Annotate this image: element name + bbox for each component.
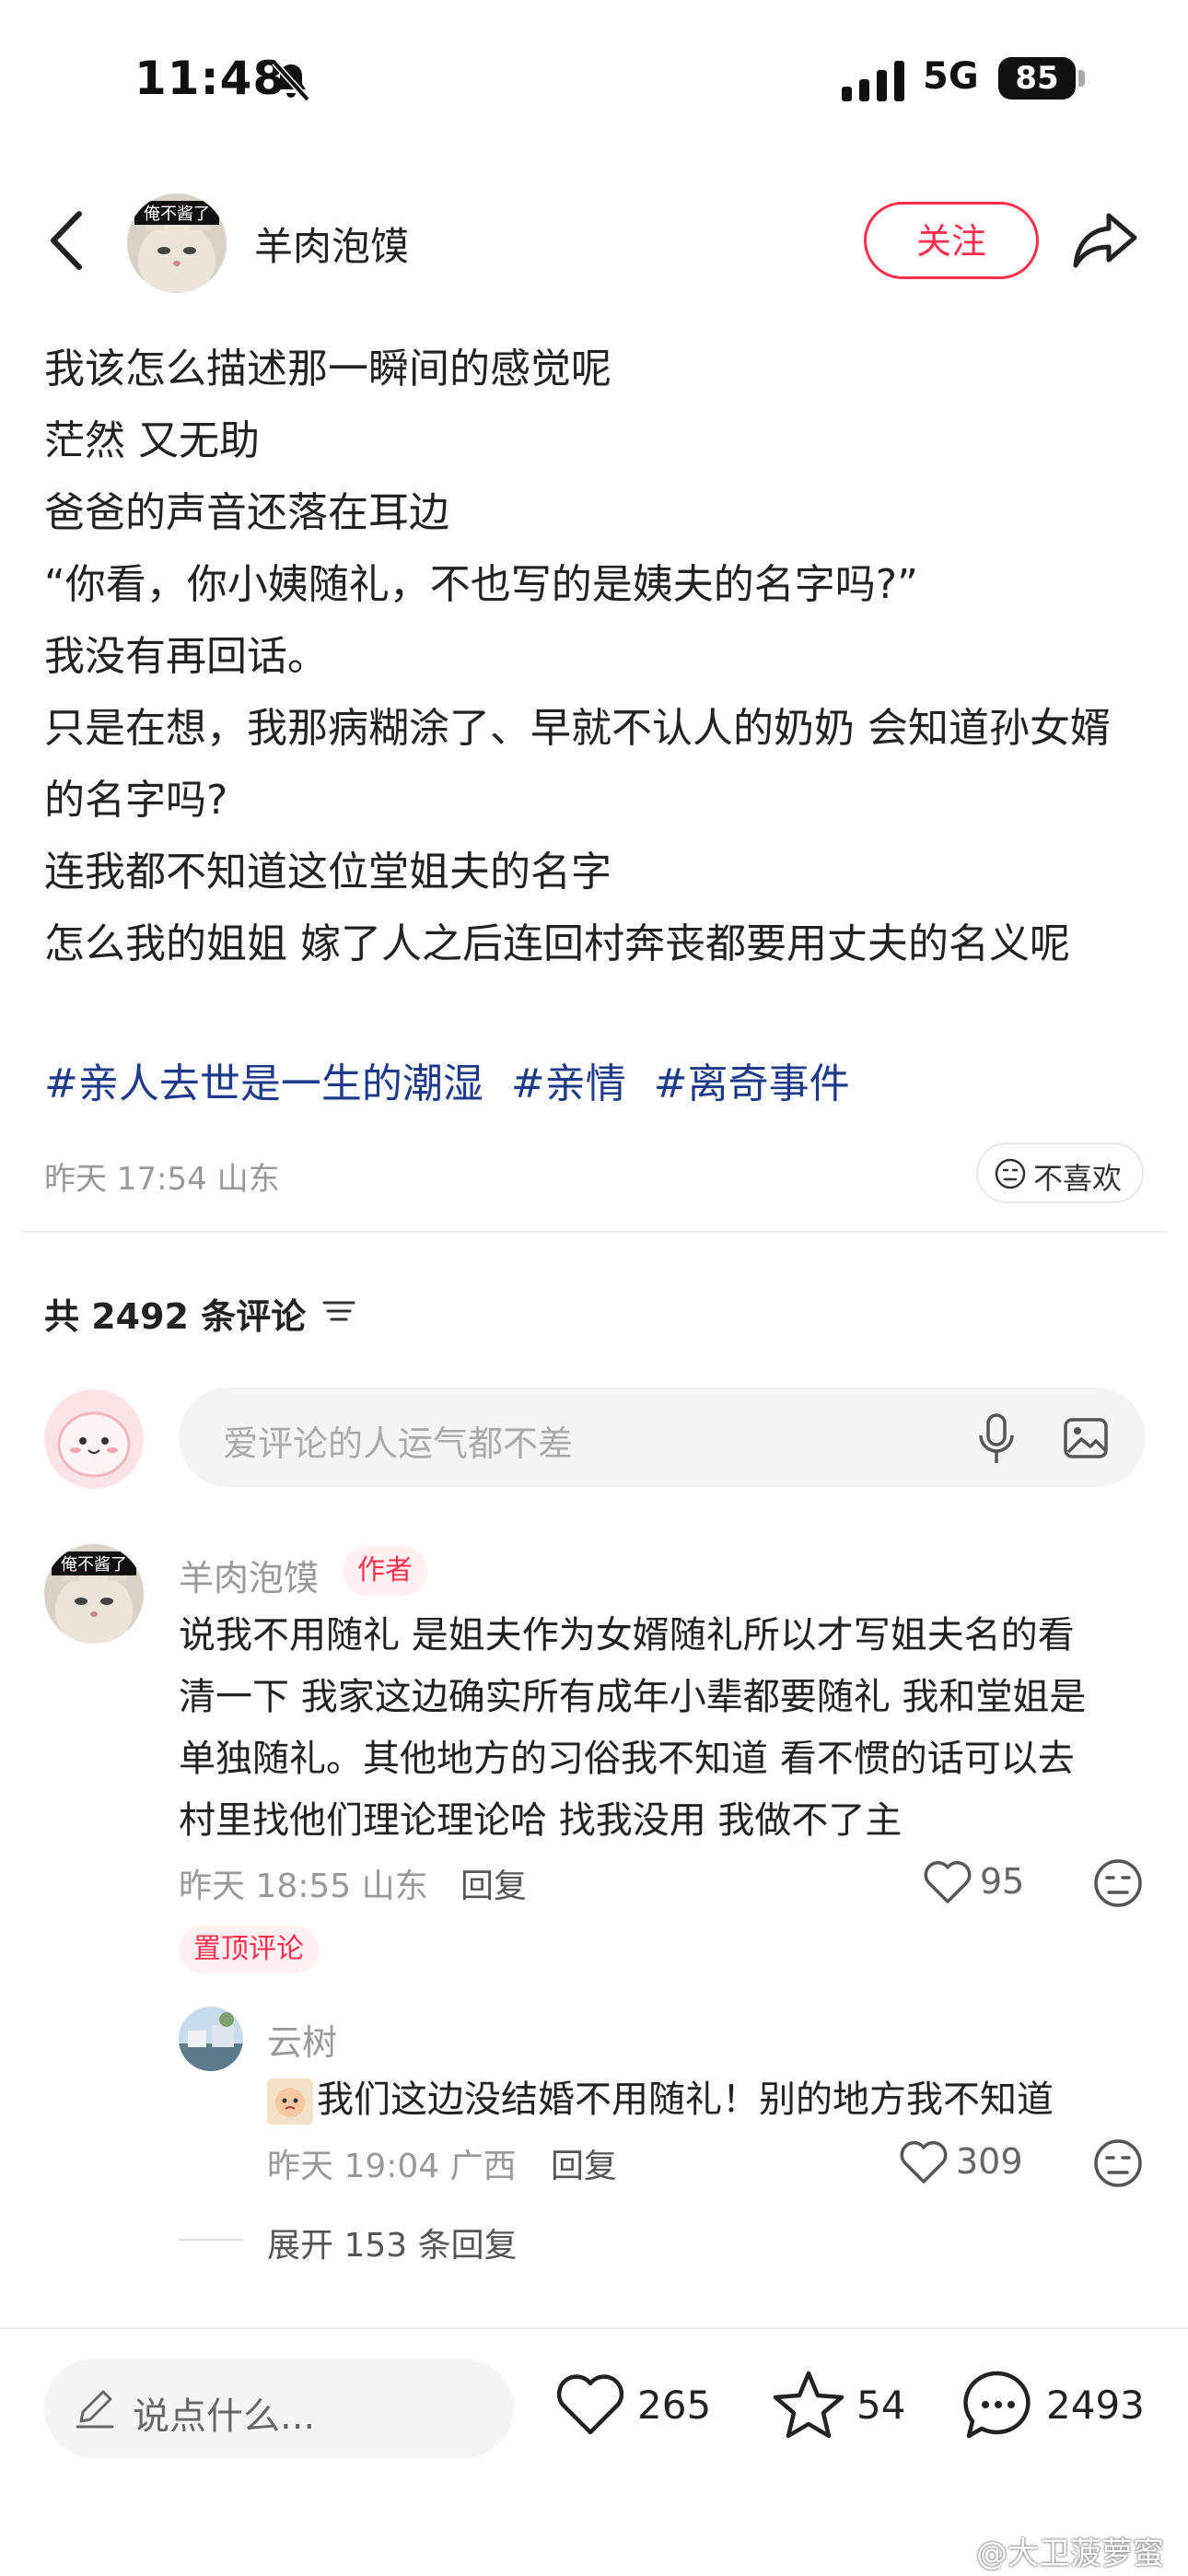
image-icon[interactable] <box>1063 1415 1109 1461</box>
like-heart-icon[interactable] <box>554 2371 626 2438</box>
heart-icon[interactable] <box>899 2139 949 2185</box>
hashtag-link[interactable]: #亲情 <box>511 1060 626 1107</box>
post-body: 我该怎么描述那一瞬间的感觉呢 茫然 又无助 爸爸的声音还落在耳边 “你看，你小姨… <box>44 334 1144 980</box>
comment-meta: 昨天 18:55 山东 <box>179 1868 428 1905</box>
comment-line: 单独随礼。其他地方的习俗我不知道 看不惯的话可以去 <box>179 1738 1075 1780</box>
reply-reply-button[interactable]: 回复 <box>551 2139 617 2187</box>
heart-icon[interactable] <box>923 1859 973 1905</box>
reply-like-count: 309 <box>956 2141 1023 2182</box>
comment-line: 村里找他们理论理论哈 找我没用 我做不了主 <box>179 1799 903 1842</box>
post-line: 我没有再回话。 <box>44 633 328 680</box>
signal-icon <box>842 61 904 101</box>
pinned-badge: 置顶评论 <box>179 1926 319 1973</box>
post-like-count: 265 <box>637 2383 712 2428</box>
dislike-button[interactable]: 不喜欢 <box>976 1142 1144 1203</box>
reply-author-avatar[interactable] <box>179 2007 243 2071</box>
network-type: 5G <box>923 55 979 98</box>
comment-like-count: 95 <box>980 1861 1025 1902</box>
comment-author-name[interactable]: 羊肉泡馍 <box>179 1550 319 1600</box>
post-line: 连我都不知道这位堂姐夫的名字 <box>44 849 611 896</box>
dislike-face-icon[interactable] <box>1092 2137 1144 2189</box>
avatar-caption: 俺不酱了 <box>144 205 210 224</box>
comment-author-avatar[interactable]: 俺不酱了 <box>44 1544 144 1644</box>
reply-meta: 昨天 19:04 广西 <box>267 2148 517 2185</box>
comment-reply-button[interactable]: 回复 <box>460 1859 527 1907</box>
comment-line: 说我不用随礼 是姐夫作为女婿随礼所以才写姐夫名的看 <box>179 1614 1075 1657</box>
comment-bubble-icon[interactable] <box>961 2368 1035 2441</box>
post-line: 怎么我的姐姐 嫁了人之后连回村奔丧都要用丈夫的名义呢 <box>44 920 1070 967</box>
hashtag-link[interactable]: #离奇事件 <box>654 1060 850 1107</box>
author-name[interactable]: 羊肉泡馍 <box>254 216 409 272</box>
post-line: 我该怎么描述那一瞬间的感觉呢 <box>44 345 611 392</box>
my-avatar[interactable] <box>44 1389 144 1489</box>
battery-level: 85 <box>1015 60 1059 97</box>
post-line: “你看，你小姨随礼，不也写的是姨夫的名字吗?” <box>44 561 918 608</box>
comment-text: 说我不用随礼 是姐夫作为女婿随礼所以才写姐夫名的看 清一下 我家这边确实所有成年… <box>179 1605 1127 1852</box>
star-icon[interactable] <box>772 2368 845 2441</box>
dislike-face-icon[interactable] <box>1092 1857 1144 1909</box>
avatar-caption: 俺不酱了 <box>61 1555 127 1575</box>
sort-icon[interactable] <box>322 1297 355 1325</box>
hashtag-link[interactable]: #亲人去世是一生的潮湿 <box>44 1060 483 1107</box>
comment-count: 共 2492 条评论 <box>44 1296 307 1337</box>
battery-icon: 85 <box>998 53 1087 103</box>
post-star-count: 54 <box>856 2383 906 2428</box>
post-line: 爸爸的声音还落在耳边 <box>44 489 449 536</box>
status-time: 11:48 <box>134 52 286 105</box>
reply-text-content: 我们这边没结婚不用随礼！别的地方我不知道 <box>317 2078 1054 2121</box>
author-avatar[interactable]: 俺不酱了 <box>127 193 227 293</box>
silent-bell-icon <box>272 60 310 102</box>
comment-input-placeholder: 爱评论的人运气都不差 <box>223 1423 574 1464</box>
reply-text: 我们这边没结婚不用随礼！别的地方我不知道 <box>267 2073 1054 2126</box>
sticker-icon <box>267 2078 313 2125</box>
follow-button[interactable]: 关注 <box>864 202 1039 279</box>
author-badge: 作者 <box>343 1546 427 1596</box>
dislike-label: 不喜欢 <box>1033 1161 1123 1196</box>
post-line: 茫然 又无助 <box>44 417 260 464</box>
reply-author-name[interactable]: 云树 <box>267 2014 337 2065</box>
post-meta: 昨天 17:54 山东 <box>44 1161 280 1198</box>
expand-replies-link[interactable]: 展开 153 条回复 <box>267 2219 518 2266</box>
post-line: 只是在想，我那病糊涂了、早就不认人的奶奶 会知道孙女婿的名字吗? <box>44 705 1111 824</box>
comment-line: 清一下 我家这边确实所有成年小辈都要随礼 我和堂姐是 <box>179 1676 1087 1718</box>
back-chevron-icon[interactable] <box>44 208 90 273</box>
divider <box>22 1231 1166 1233</box>
pencil-icon <box>76 2390 114 2429</box>
post-comment-count: 2493 <box>1046 2383 1145 2428</box>
neutral-face-icon <box>995 1158 1026 1189</box>
divider <box>0 2327 1188 2329</box>
bottom-input-placeholder: 说点什么... <box>133 2395 316 2438</box>
watermark: @大卫菠萝蜜 <box>976 2535 1164 2572</box>
share-icon[interactable] <box>1072 208 1140 273</box>
expand-divider <box>179 2239 243 2241</box>
microphone-icon[interactable] <box>976 1413 1017 1465</box>
post-tags: #亲人去世是一生的潮湿 #亲情 #离奇事件 <box>44 1048 865 1120</box>
